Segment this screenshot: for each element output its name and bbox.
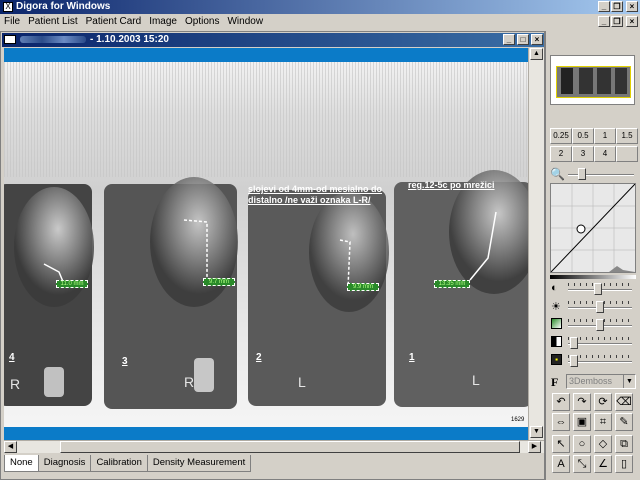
brightness-slider-thumb[interactable] [596, 301, 604, 313]
scroll-left-icon[interactable]: ◀ [4, 441, 17, 453]
restore-icon[interactable]: ❐ [611, 1, 623, 12]
scroll-down-icon[interactable]: ▼ [530, 426, 543, 438]
minimize-icon[interactable]: _ [598, 1, 610, 12]
pseudocolor-icon: ▪ [551, 354, 562, 365]
menu-image[interactable]: Image [145, 14, 181, 29]
image-window-maximize-icon[interactable]: □ [517, 34, 529, 45]
annotation-middle[interactable]: slojevi od 4mm-od mesialno do distalno /… [248, 184, 400, 206]
menu-file[interactable]: File [0, 14, 24, 29]
zoom-2-button[interactable]: 2 [550, 146, 572, 162]
measurement-4[interactable]: 11.0 mm [56, 280, 88, 288]
zoom-1-5-button[interactable]: 1.5 [616, 128, 638, 144]
film-side-3: R [184, 374, 195, 390]
angle-tool-icon[interactable]: ∠ [594, 455, 612, 473]
flip-horizontal-icon[interactable]: ⇔ [552, 413, 570, 431]
contrast-icon: ◐ [551, 282, 558, 294]
image-window-close-icon[interactable]: × [531, 34, 543, 45]
tool-tabs: None Diagnosis Calibration Density Measurem… [4, 455, 544, 473]
mdi-restore-icon[interactable]: ❐ [611, 16, 623, 27]
film-number-2: 2 [256, 352, 262, 363]
chevron-down-icon[interactable]: ▼ [623, 375, 635, 388]
invert-slider-thumb[interactable] [570, 337, 578, 349]
app-icon: X [3, 2, 13, 12]
image-window-icon [4, 35, 16, 44]
measurement-1[interactable]: 13.35 mm [434, 280, 470, 288]
tool-panel: 0.25 0.5 1 1.5 2 3 4 🔍 ◐ ☀ ▪ F 3Demboss … [545, 31, 640, 480]
emboss-select-value: 3Demboss [569, 376, 613, 386]
brightness-icon: ☀ [551, 301, 561, 313]
mdi-minimize-icon[interactable]: _ [598, 16, 610, 27]
edit-icon[interactable]: ✎ [615, 413, 633, 431]
rotate-right-icon[interactable]: ↷ [573, 393, 591, 411]
line-measure-icon[interactable]: ⤡ [573, 455, 591, 473]
zoom-0-25-button[interactable]: 0.25 [550, 128, 572, 144]
sharpen-slider-thumb[interactable] [596, 319, 604, 331]
zoom-4-button[interactable]: 4 [594, 146, 616, 162]
rotate-180-icon[interactable]: ⟳ [594, 393, 612, 411]
mdi-close-icon[interactable]: × [626, 16, 638, 27]
xray-image-canvas[interactable]: 4 R 11.0 mm 3 R 9.7 mm 2 L 9.9 mm 1 L 13… [4, 62, 528, 427]
emboss-select[interactable]: 3Demboss ▼ [566, 374, 636, 389]
scroll-right-icon[interactable]: ▶ [528, 441, 541, 453]
rotate-left-icon[interactable]: ↶ [552, 393, 570, 411]
copy-icon[interactable]: ⧉ [615, 435, 633, 453]
thumbnail-navigator[interactable] [550, 55, 635, 105]
crop-icon[interactable]: ⌗ [594, 413, 612, 431]
film-number-4: 4 [9, 352, 15, 363]
xray-image [4, 62, 528, 427]
zoom-3-button[interactable]: 3 [572, 146, 594, 162]
contrast-slider-thumb[interactable] [594, 283, 602, 295]
magnifier-icon: 🔍 [550, 167, 565, 181]
film-number-3: 3 [122, 356, 128, 367]
film-number-1: 1 [409, 352, 415, 363]
menu-window[interactable]: Window [223, 14, 267, 29]
image-window-title: - 1.10.2003 15:20 [90, 34, 169, 45]
menu-bar: File Patient List Patient Card Image Options… [0, 14, 640, 29]
patient-name-redacted [20, 36, 86, 43]
eraser-icon[interactable]: ◇ [594, 435, 612, 453]
ruler-icon[interactable]: ▯ [615, 455, 633, 473]
horizontal-scrollbar[interactable]: ◀ ▶ [4, 440, 544, 453]
menu-patient-card[interactable]: Patient Card [82, 14, 146, 29]
close-icon[interactable]: × [626, 1, 638, 12]
circle-tool-icon[interactable]: ○ [573, 435, 591, 453]
annotation-right[interactable]: reg.12-5c po mrežici [408, 180, 495, 191]
text-tool-icon[interactable]: A [552, 455, 570, 473]
gray-ramp [550, 275, 636, 279]
sharpen-icon [551, 318, 562, 329]
zoom-1-button[interactable]: 1 [594, 128, 616, 144]
pseudocolor-slider-thumb[interactable] [570, 355, 578, 367]
film-side-2: L [298, 374, 306, 390]
measurement-3[interactable]: 9.7 mm [203, 278, 235, 286]
measurement-2[interactable]: 9.9 mm [347, 283, 379, 291]
horizontal-scroll-thumb[interactable] [60, 441, 520, 453]
tab-none[interactable]: None [4, 455, 39, 472]
menu-options[interactable]: Options [181, 14, 223, 29]
magnifier-slider-thumb[interactable] [578, 168, 586, 180]
clear-icon[interactable]: ⌫ [615, 393, 633, 411]
tab-diagnosis[interactable]: Diagnosis [37, 455, 92, 472]
invert-icon [551, 336, 562, 347]
app-title: Digora for Windows [16, 1, 111, 12]
tab-density-measurement[interactable]: Density Measurement [146, 455, 252, 472]
image-top-border [4, 48, 528, 62]
tone-curve-editor[interactable] [550, 183, 636, 273]
vertical-scrollbar[interactable]: ▲ ▼ [528, 48, 544, 440]
app-title-bar: Digora for Windows [0, 0, 640, 14]
font-icon: F [551, 375, 559, 389]
film-side-4: R [10, 376, 21, 392]
tab-calibration[interactable]: Calibration [90, 455, 148, 472]
zoom-0-5-button[interactable]: 0.5 [572, 128, 594, 144]
menu-patient-list[interactable]: Patient List [24, 14, 81, 29]
save-icon[interactable]: ▣ [573, 413, 591, 431]
zoom-blank-button[interactable] [616, 146, 638, 162]
film-side-1: L [472, 372, 480, 388]
scroll-up-icon[interactable]: ▲ [530, 48, 543, 60]
image-bottom-border [4, 427, 528, 440]
corner-id: 1629 [511, 417, 525, 423]
image-window-minimize-icon[interactable]: _ [503, 34, 515, 45]
pointer-icon[interactable]: ↖ [552, 435, 570, 453]
